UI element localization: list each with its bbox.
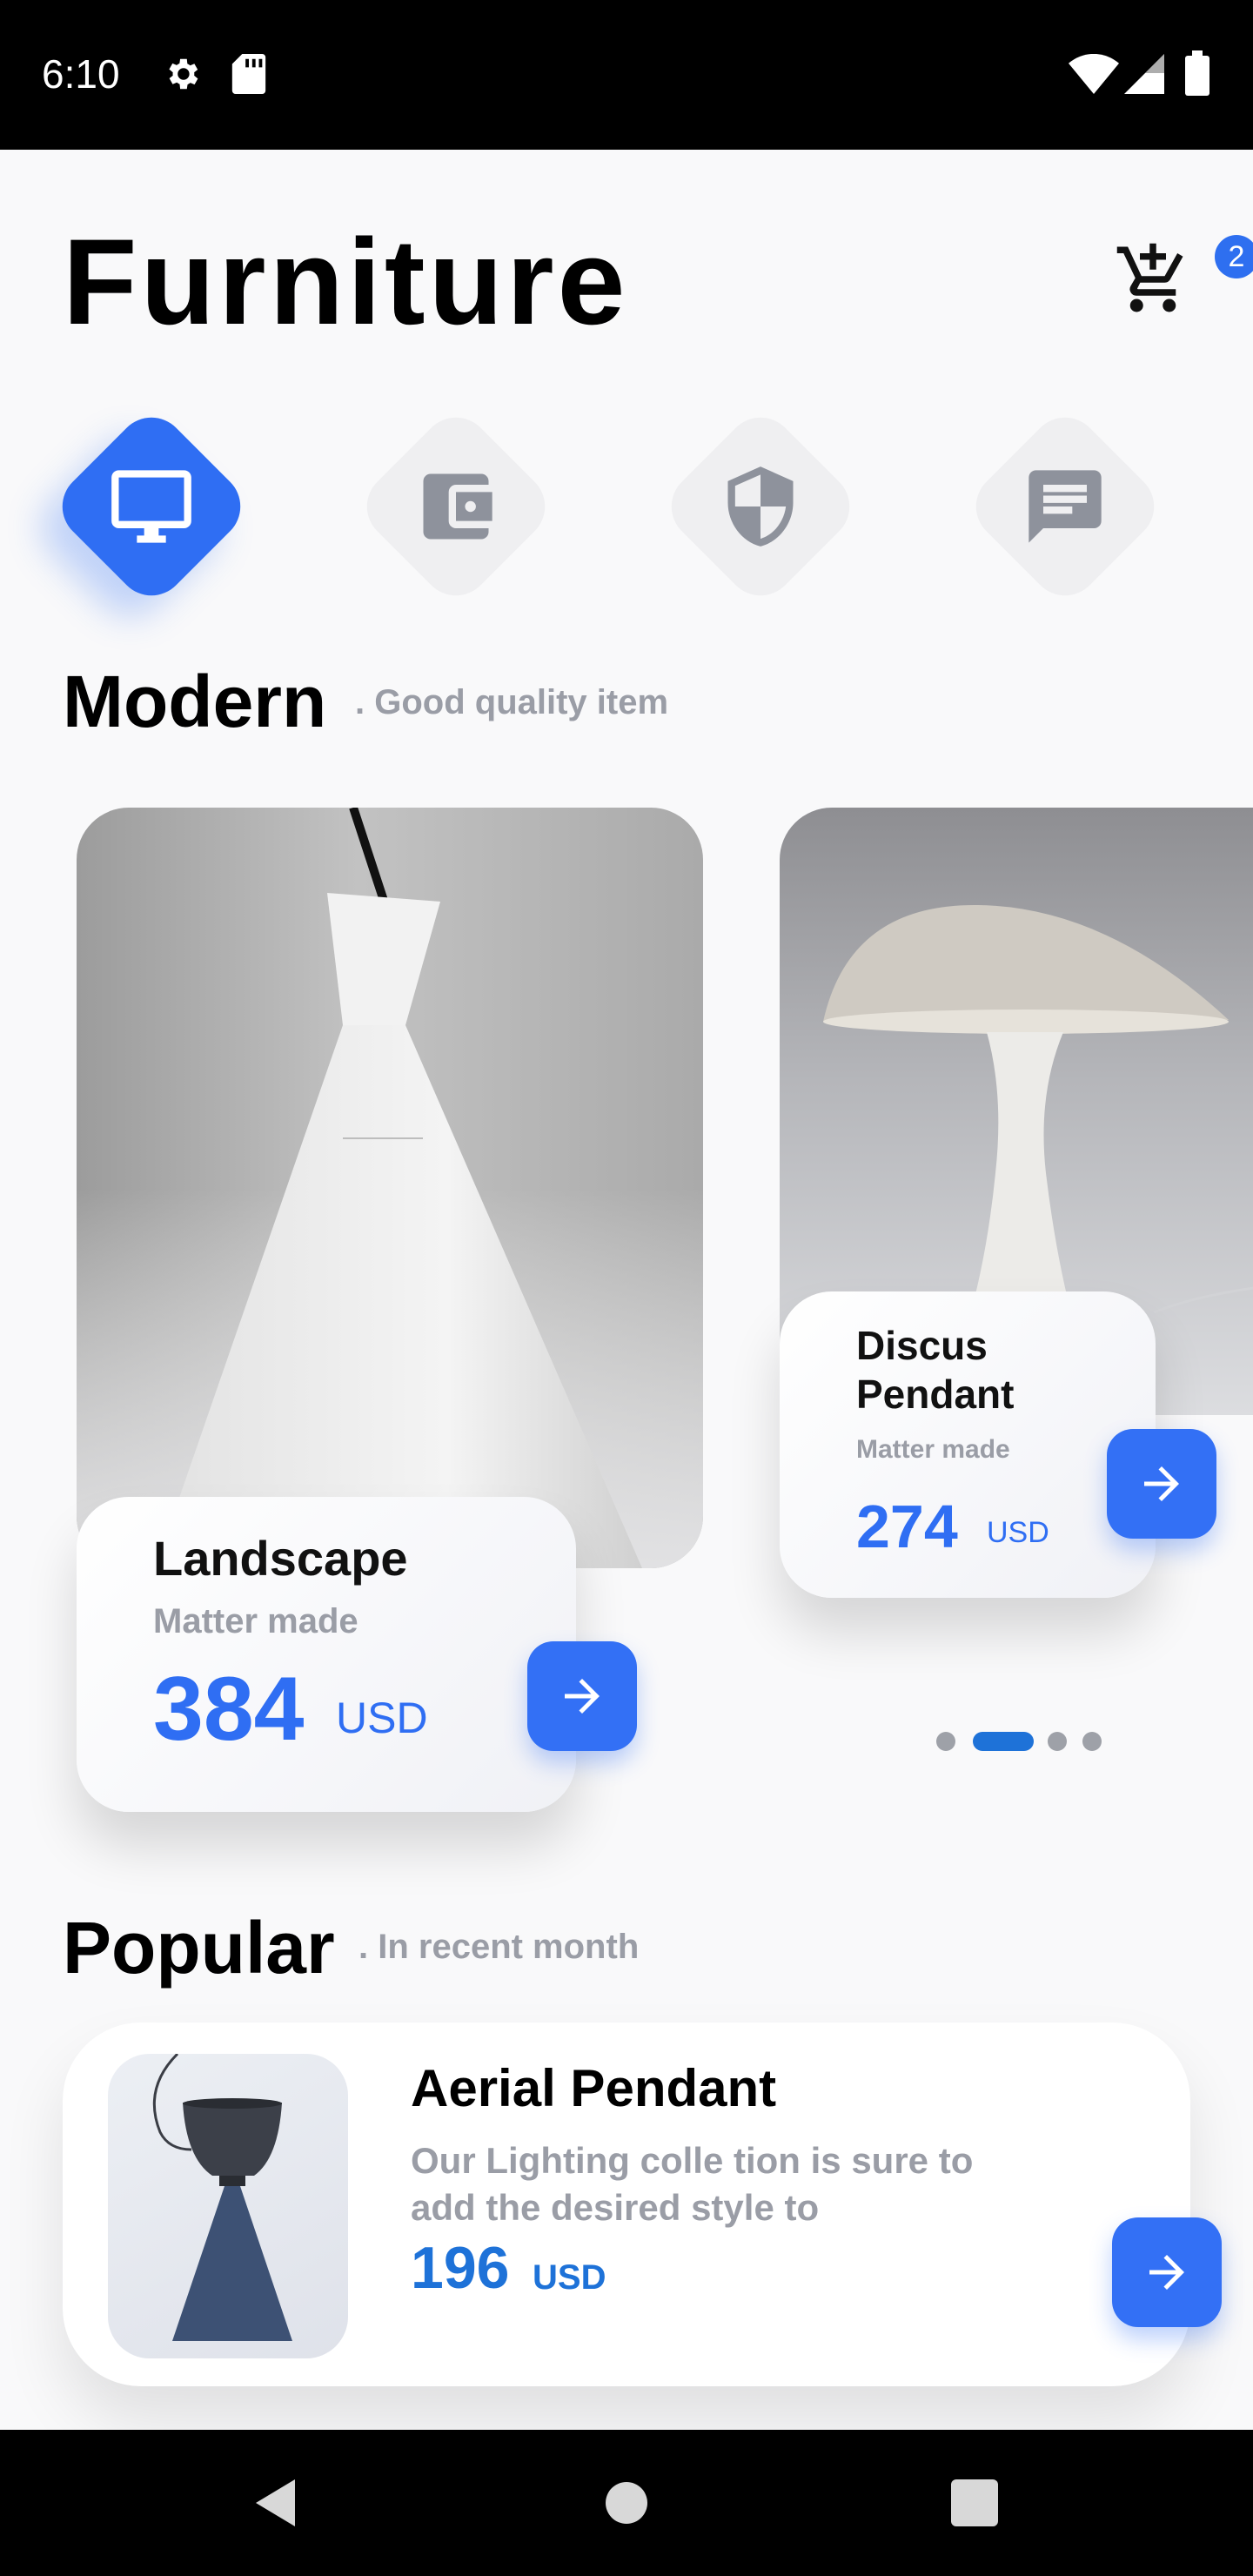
popular-item-card[interactable]: Aerial Pendant Our Lighting colle tion i…	[63, 2023, 1190, 2386]
section-title-popular: Popular	[63, 1907, 335, 1989]
popular-item-description-line2: add the desired style to	[411, 2187, 820, 2228]
product-price: 274	[856, 1493, 958, 1560]
system-navigation-bar	[0, 2430, 1253, 2576]
cart-button[interactable]	[1114, 240, 1192, 319]
status-time: 6:10	[42, 51, 120, 97]
wallet-icon	[423, 473, 492, 540]
view-landscape-button[interactable]	[527, 1641, 637, 1751]
recents-icon[interactable]	[943, 2472, 1006, 2534]
product-name: Discus Pendant	[856, 1321, 1014, 1419]
page-title: Furniture	[63, 213, 629, 350]
cart-badge: 2	[1215, 235, 1253, 278]
product-currency: USD	[987, 1516, 1049, 1549]
sd-card-icon	[231, 54, 266, 94]
category-tab-monitor[interactable]	[48, 403, 255, 610]
shield-icon	[727, 466, 794, 547]
section-subtitle-modern: . Good quality item	[355, 683, 669, 721]
product-name-line1: Discus	[856, 1323, 988, 1368]
product-material: Matter made	[856, 1435, 1010, 1464]
popular-item-price: 196	[411, 2235, 510, 2301]
cart-add-icon	[1116, 243, 1183, 312]
popular-item-description-line1: Our Lighting colle tion is sure to	[411, 2140, 974, 2181]
carousel-dot[interactable]	[936, 1732, 955, 1751]
chat-icon	[1029, 470, 1102, 543]
carousel-dot[interactable]	[1082, 1732, 1102, 1751]
category-tab-wallet[interactable]	[352, 403, 559, 610]
product-currency: USD	[336, 1694, 428, 1742]
signal-icon	[1124, 54, 1164, 94]
gear-icon	[169, 58, 198, 90]
product-price: 384	[153, 1659, 305, 1760]
arrow-right-icon	[1144, 1466, 1179, 1501]
pendant-lamp-illustration	[77, 808, 703, 1568]
monitor-icon	[111, 470, 191, 543]
popular-item-image	[108, 2054, 348, 2358]
carousel-dot[interactable]	[1048, 1732, 1067, 1751]
pendant-lamp-thumbnail	[152, 2054, 292, 2341]
section-title-modern: Modern	[63, 661, 327, 742]
home-icon[interactable]	[595, 2472, 658, 2534]
product-card-landscape[interactable]: Landscape Matter made 384 USD	[77, 1497, 576, 1812]
product-name-line2: Pendant	[856, 1372, 1015, 1417]
section-subtitle-popular: . In recent month	[358, 1928, 640, 1966]
popular-item-name: Aerial Pendant	[411, 2059, 777, 2117]
arrow-right-icon	[1149, 2255, 1184, 2290]
product-card-discus[interactable]: Discus Pendant Matter made 274 USD	[780, 1291, 1156, 1598]
wifi-icon	[1069, 54, 1119, 94]
product-material: Matter made	[153, 1602, 358, 1640]
popular-item-currency: USD	[533, 2258, 606, 2297]
view-discus-button[interactable]	[1107, 1429, 1216, 1539]
view-popular-item-button[interactable]	[1112, 2217, 1222, 2327]
status-bar: 6:10	[0, 0, 1253, 150]
product-name: Landscape	[153, 1531, 408, 1586]
carousel-dot-active[interactable]	[973, 1732, 1034, 1751]
back-icon[interactable]	[245, 2472, 308, 2534]
battery-icon	[1185, 50, 1209, 96]
product-image-landscape[interactable]	[77, 808, 703, 1568]
category-tab-shield[interactable]	[657, 403, 864, 610]
popular-item-description: Our Lighting colle tion is sure to add t…	[411, 2137, 1037, 2231]
arrow-right-icon	[565, 1679, 600, 1714]
category-tab-chat[interactable]	[962, 403, 1169, 610]
